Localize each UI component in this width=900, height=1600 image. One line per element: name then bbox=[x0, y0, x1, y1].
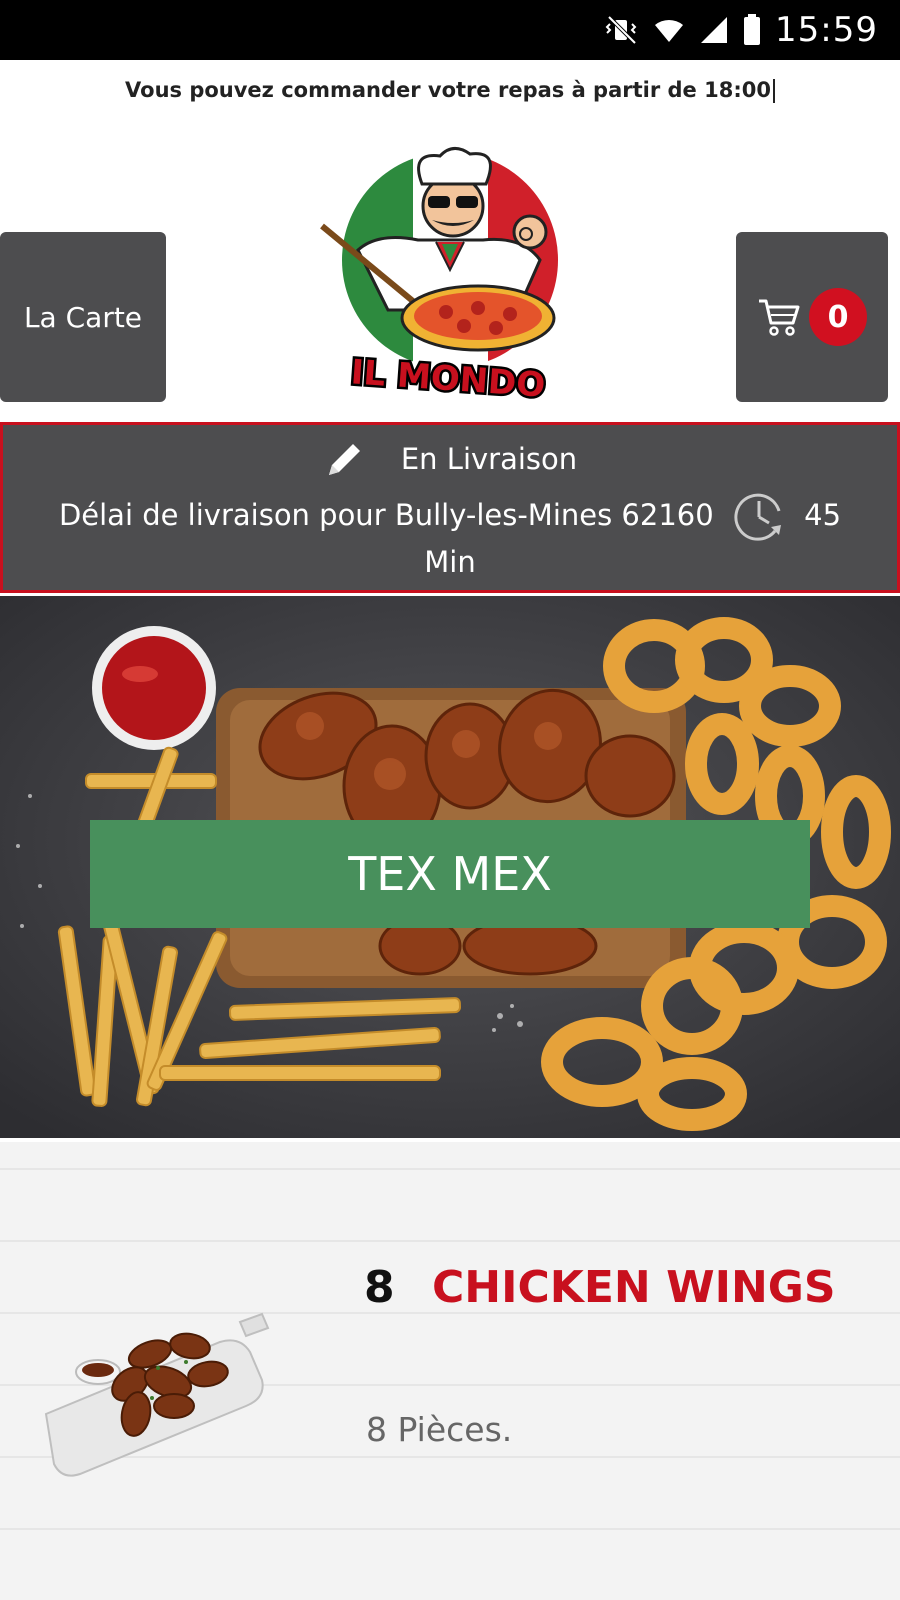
delivery-mode-row[interactable]: En Livraison bbox=[3, 437, 897, 481]
menu-button[interactable]: La Carte bbox=[0, 232, 166, 402]
product-description: 8 Pièces. bbox=[366, 1410, 513, 1449]
category-banner[interactable]: TEX MEX bbox=[0, 596, 900, 1138]
product-quantity: 8 bbox=[364, 1262, 395, 1313]
status-bar: 15:59 bbox=[0, 0, 900, 60]
category-label: TEX MEX bbox=[348, 847, 552, 901]
pencil-edit-icon[interactable] bbox=[323, 437, 367, 481]
chicken-wings-thumbnail bbox=[44, 1312, 270, 1477]
menu-button-label: La Carte bbox=[23, 300, 143, 334]
battery-icon bbox=[744, 14, 761, 45]
delivery-delay-unit: Min bbox=[424, 545, 476, 579]
clock-icon bbox=[734, 493, 781, 541]
restaurant-logo: IL MONDO bbox=[320, 147, 558, 408]
notice-text: Vous pouvez commander votre repas à part… bbox=[125, 78, 771, 102]
shopping-cart-icon bbox=[759, 299, 800, 336]
status-time: 15:59 bbox=[775, 10, 878, 50]
product-list: 8 CHICKEN WINGS 8 Pièces. bbox=[0, 1142, 900, 1600]
logo-text: IL MONDO bbox=[350, 352, 547, 405]
delivery-delay-row: Délai de livraison pour Bully-les-Mines … bbox=[3, 489, 897, 545]
vibrate-mute-icon bbox=[605, 15, 637, 45]
product-name: CHICKEN WINGS bbox=[432, 1262, 836, 1313]
delivery-delay-label: Délai de livraison pour Bully-les-Mines … bbox=[58, 498, 714, 532]
category-button-tex-mex[interactable]: TEX MEX bbox=[90, 820, 810, 928]
cart-count-badge: 0 bbox=[809, 288, 867, 346]
order-time-notice: Vous pouvez commander votre repas à part… bbox=[0, 62, 900, 118]
delivery-delay-value: 45 bbox=[804, 498, 842, 532]
delivery-delay-unit-row: Min bbox=[3, 545, 897, 579]
cart-button[interactable]: 0 bbox=[736, 232, 888, 402]
delivery-info-panel[interactable]: En Livraison Délai de livraison pour Bul… bbox=[0, 422, 900, 593]
text-caret bbox=[772, 79, 775, 103]
wifi-icon bbox=[655, 19, 684, 42]
delivery-mode-label: En Livraison bbox=[400, 442, 578, 476]
status-icons bbox=[605, 14, 761, 46]
signal-icon bbox=[701, 17, 728, 43]
